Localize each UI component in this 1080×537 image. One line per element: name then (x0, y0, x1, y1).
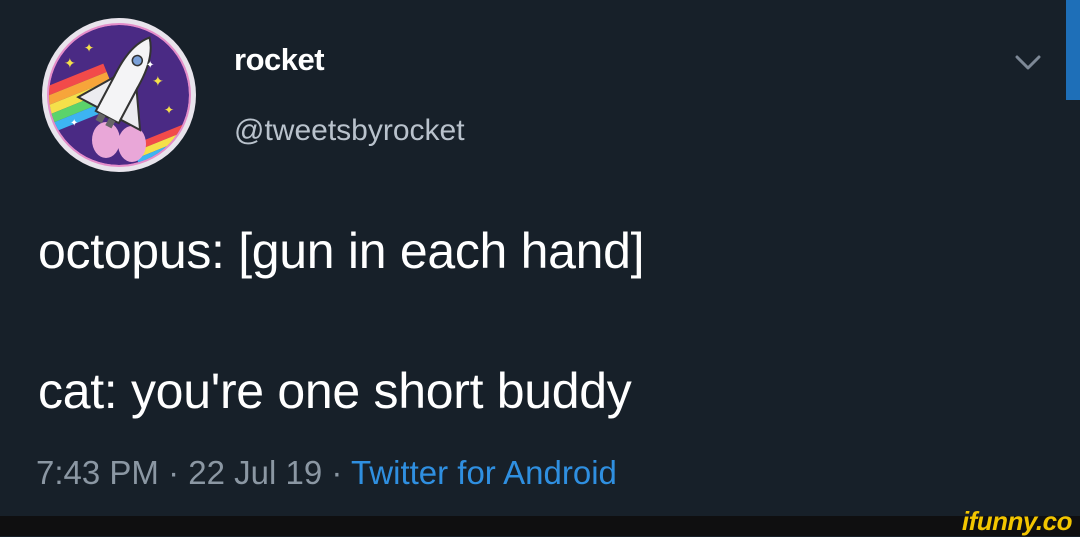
tweet-text-line: cat: you're one short buddy (38, 363, 632, 419)
ifunny-watermark: ifunny.co (961, 506, 1073, 536)
svg-text:✦: ✦ (64, 56, 76, 72)
svg-text:✦: ✦ (70, 118, 78, 129)
user-handle[interactable]: @tweetsbyrocket (234, 114, 465, 148)
display-name[interactable]: rocket (234, 42, 325, 78)
tweet-text-line: octopus: [gun in each hand] (38, 223, 645, 279)
svg-text:✦: ✦ (84, 41, 94, 55)
scroll-indicator (1066, 0, 1080, 100)
chevron-down-icon[interactable] (1012, 46, 1044, 78)
meta-separator: · (331, 454, 343, 491)
tweet-date[interactable]: 22 Jul 19 (188, 454, 322, 491)
tweet-meta: 7:43 PM · 22 Jul 19 · Twitter for Androi… (36, 454, 617, 492)
footer-bar (0, 516, 1080, 536)
svg-text:✦: ✦ (164, 103, 174, 117)
tweet-card: ✦ ✦ ✦ ✦ ✦ ✦ rocket @tweetsbyrocket octop… (0, 0, 1080, 516)
svg-text:✦: ✦ (146, 60, 154, 71)
avatar[interactable]: ✦ ✦ ✦ ✦ ✦ ✦ (40, 16, 198, 174)
tweet-source-link[interactable]: Twitter for Android (351, 454, 617, 491)
tweet-time[interactable]: 7:43 PM (36, 454, 159, 491)
svg-text:✦: ✦ (152, 74, 164, 90)
meta-separator: · (168, 454, 180, 491)
